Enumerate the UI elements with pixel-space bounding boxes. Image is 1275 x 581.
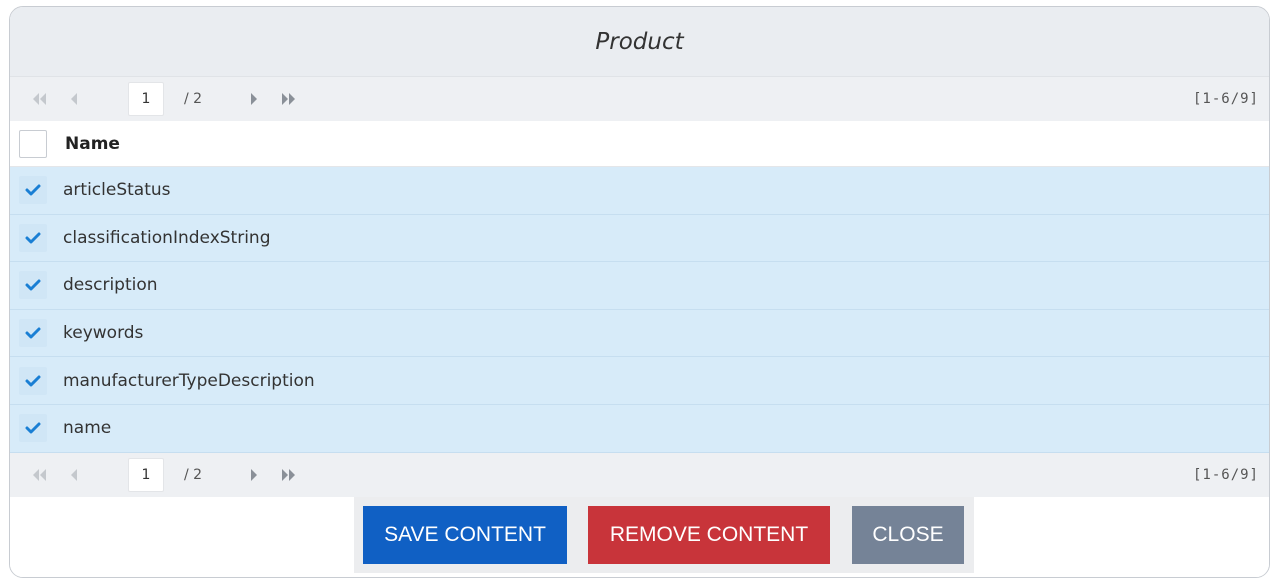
last-page-icon[interactable] <box>276 453 300 497</box>
checkmark-icon <box>25 327 41 339</box>
row-checkbox[interactable] <box>19 271 47 300</box>
pager-top: / 2 [1-6/9] <box>10 77 1269 121</box>
last-page-icon[interactable] <box>276 77 300 121</box>
checkmark-icon <box>25 422 41 434</box>
row-checkbox[interactable] <box>19 414 47 443</box>
select-all-checkbox[interactable] <box>19 129 47 158</box>
save-content-button[interactable]: SAVE CONTENT <box>363 505 567 564</box>
table-row[interactable]: manufacturerTypeDescription <box>10 357 1269 405</box>
first-page-icon[interactable] <box>28 77 52 121</box>
row-label: name <box>63 418 112 439</box>
next-page-icon[interactable] <box>242 453 266 497</box>
row-checkbox[interactable] <box>19 223 47 252</box>
checkmark-icon <box>25 375 41 387</box>
table-row[interactable]: name <box>10 404 1269 453</box>
dialog-title-bar: Product <box>10 7 1269 77</box>
table-row[interactable]: classificationIndexString <box>10 214 1269 263</box>
total-pages: / 2 <box>184 91 203 107</box>
row-checkbox[interactable] <box>19 319 47 348</box>
row-label: manufacturerTypeDescription <box>63 370 315 391</box>
checkmark-icon <box>25 232 41 244</box>
total-pages: / 2 <box>184 466 203 483</box>
close-button[interactable]: CLOSE <box>852 505 964 564</box>
table-row[interactable]: description <box>10 262 1269 310</box>
next-page-icon[interactable] <box>242 77 266 121</box>
record-range: [1-6/9] <box>1192 466 1259 483</box>
dialog-footer: SAVE CONTENT REMOVE CONTENT CLOSE <box>10 496 1269 577</box>
page-number-input[interactable] <box>128 457 164 492</box>
first-page-icon[interactable] <box>28 453 52 497</box>
table-row[interactable]: keywords <box>10 309 1269 358</box>
column-header-name: Name <box>65 133 120 154</box>
previous-page-icon[interactable] <box>62 453 86 497</box>
row-label: keywords <box>63 323 144 344</box>
row-label: description <box>63 275 158 296</box>
row-label: classificationIndexString <box>63 227 271 248</box>
dialog-title: Product <box>595 28 684 55</box>
table-header: Name <box>10 121 1269 167</box>
previous-page-icon[interactable] <box>62 77 86 121</box>
row-label: articleStatus <box>63 180 171 201</box>
product-dialog: Product / 2 [1-6/9] Name articleStatus <box>9 6 1270 578</box>
checkmark-icon <box>25 184 41 196</box>
row-checkbox[interactable] <box>19 366 47 395</box>
button-bar: SAVE CONTENT REMOVE CONTENT CLOSE <box>354 496 974 573</box>
checkmark-icon <box>25 279 41 291</box>
remove-content-button[interactable]: REMOVE CONTENT <box>588 505 830 564</box>
table-row[interactable]: articleStatus <box>10 167 1269 215</box>
pager-bottom: / 2 [1-6/9] <box>10 452 1269 497</box>
row-checkbox[interactable] <box>19 176 47 205</box>
table-body: articleStatus classificationIndexString … <box>10 167 1269 453</box>
page-number-input[interactable] <box>128 82 164 116</box>
record-range: [1-6/9] <box>1192 91 1259 107</box>
